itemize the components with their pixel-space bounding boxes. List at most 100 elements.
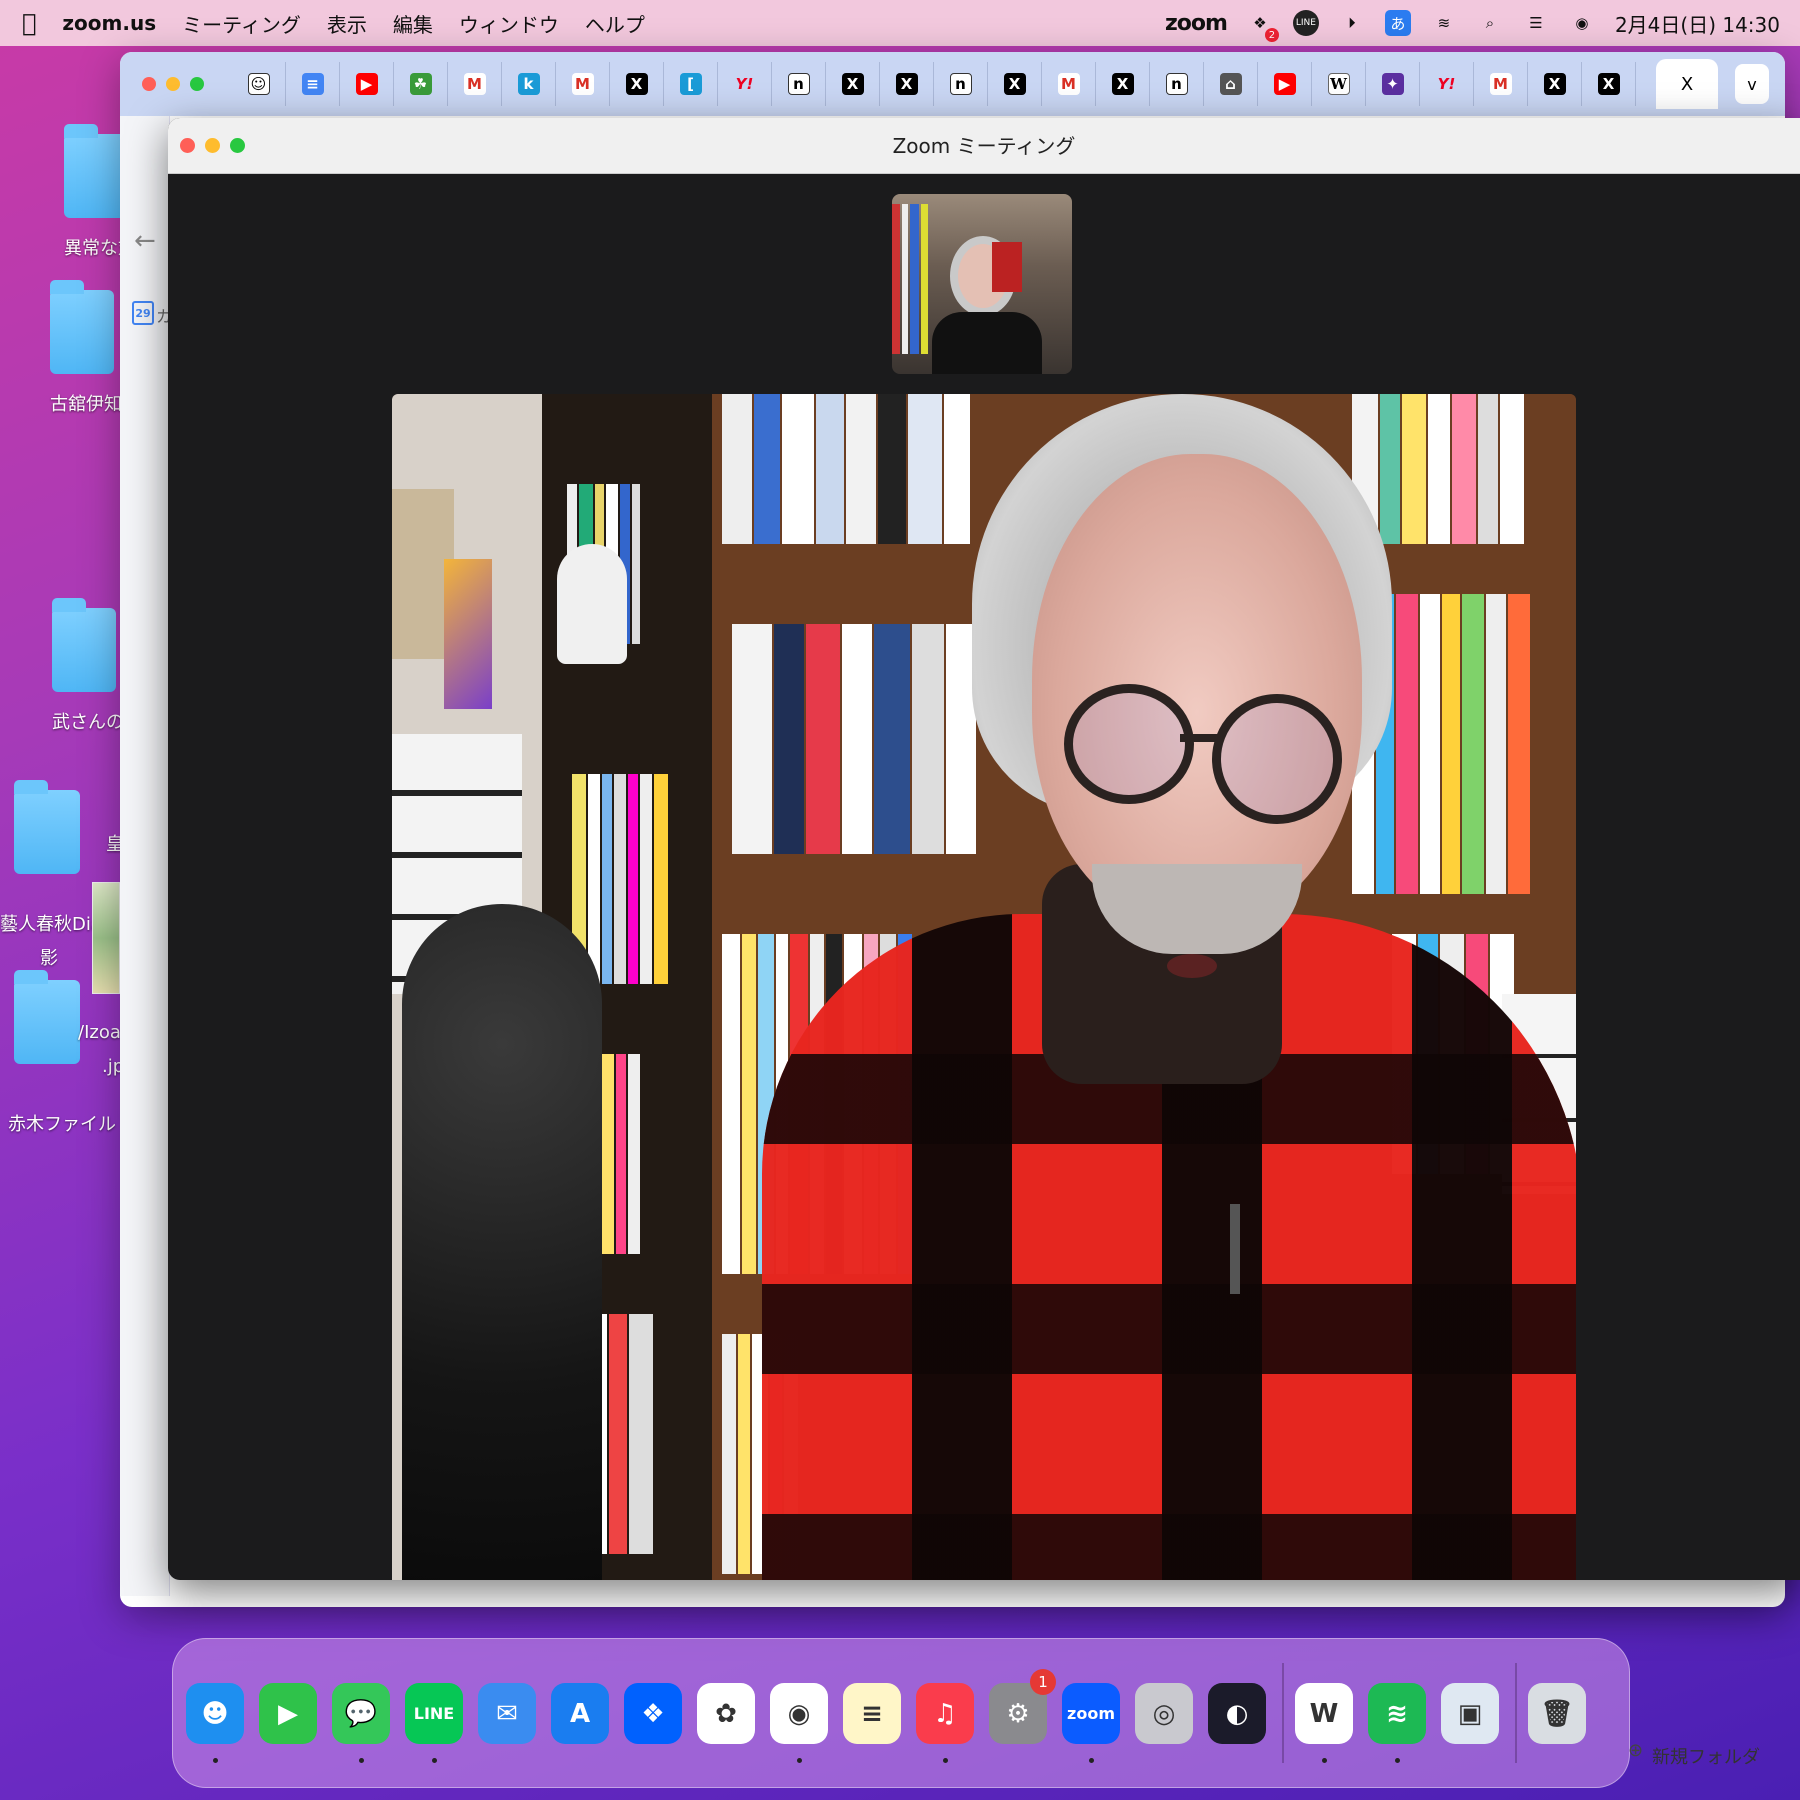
calendar-icon[interactable]: 29: [132, 301, 154, 325]
control-center-icon[interactable]: ☰: [1523, 10, 1549, 36]
zoom-status-icon[interactable]: zoom: [1165, 11, 1228, 36]
play-status-icon[interactable]: ⏵: [1339, 10, 1365, 36]
speaker-glasses-right: [1212, 694, 1342, 824]
browser-tab[interactable]: Y!: [718, 62, 772, 106]
browser-tab[interactable]: M: [556, 62, 610, 106]
browser-tab[interactable]: X: [1096, 62, 1150, 106]
browser-tab[interactable]: ☘: [394, 62, 448, 106]
speaker-video[interactable]: [392, 394, 1576, 1580]
preview-icon: ▣: [1441, 1683, 1499, 1745]
desktop-folder[interactable]: 古舘伊知郎: [50, 280, 140, 415]
menu-help[interactable]: ヘルプ: [585, 9, 645, 38]
input-method-icon[interactable]: あ: [1384, 10, 1411, 36]
dock: ☻ ▶ 💬 LINE ✉ A ❖ ✿ ◉ ≡ ♫ ⚙ 1 zoom ◎ ◐ W ≋ ▣ 🗑: [172, 1638, 1630, 1788]
menu-edit[interactable]: 編集: [393, 9, 433, 38]
window-controls: [120, 77, 204, 91]
browser-tab[interactable]: X: [610, 62, 664, 106]
dock-item-word[interactable]: W: [1292, 1663, 1356, 1763]
close-button[interactable]: [142, 77, 156, 91]
browser-tab[interactable]: n: [1150, 62, 1204, 106]
siri-icon[interactable]: ◉: [1569, 10, 1595, 36]
wifi-icon[interactable]: ≋: [1431, 10, 1457, 36]
browser-tab[interactable]: X: [988, 62, 1042, 106]
browser-tab[interactable]: X: [826, 62, 880, 106]
desktop-folder[interactable]: 皇: [14, 780, 124, 874]
dock-separator: [1515, 1663, 1517, 1763]
browser-tab[interactable]: ≡: [286, 62, 340, 106]
dock-item-mail[interactable]: ✉: [475, 1663, 539, 1763]
dock-item-messages[interactable]: 💬: [329, 1663, 393, 1763]
browser-tab[interactable]: ▶: [340, 62, 394, 106]
browser-tab[interactable]: M: [1042, 62, 1096, 106]
dock-item-app-store[interactable]: A: [548, 1663, 612, 1763]
folder-icon: [14, 970, 80, 1064]
dock-item-photos[interactable]: ✿: [694, 1663, 758, 1763]
menu-view[interactable]: 表示: [327, 9, 367, 38]
fullscreen-button[interactable]: [190, 77, 204, 91]
desktop-folder[interactable]: 武さんの本: [52, 598, 142, 733]
browser-tab[interactable]: M: [1474, 62, 1528, 106]
image-thumbnail[interactable]: [92, 882, 120, 994]
tab-close-icon[interactable]: X: [1681, 74, 1693, 95]
bracket-icon: [: [679, 73, 702, 95]
dock-item-trash[interactable]: 🗑: [1525, 1663, 1589, 1763]
browser-tab[interactable]: ☺: [232, 62, 286, 106]
notification-badge: 1: [1030, 1669, 1056, 1695]
speaker-glasses-bridge: [1180, 734, 1220, 742]
word-icon: W: [1295, 1683, 1353, 1745]
dock-item-chrome[interactable]: ◉: [767, 1663, 831, 1763]
minimize-button[interactable]: [166, 77, 180, 91]
menu-clock[interactable]: 2月4日(日) 14:30: [1615, 9, 1780, 38]
minimize-button[interactable]: [205, 138, 220, 153]
zoom-meeting-window[interactable]: Zoom ミーティング: [168, 118, 1800, 1580]
browser-tab[interactable]: ▶: [1258, 62, 1312, 106]
browser-tab[interactable]: W: [1312, 62, 1366, 106]
browser-tab[interactable]: ⌂: [1204, 62, 1258, 106]
dock-item-dvd-player[interactable]: ◎: [1132, 1663, 1196, 1763]
app-menu[interactable]: zoom.us: [62, 11, 156, 35]
browser-tab[interactable]: M: [448, 62, 502, 106]
apple-menu-icon[interactable]: : [22, 9, 36, 37]
browser-tab[interactable]: n: [934, 62, 988, 106]
tab-list-button[interactable]: v: [1735, 64, 1769, 104]
docs-icon: ≡: [301, 73, 324, 95]
browser-tab[interactable]: k: [502, 62, 556, 106]
browser-tab[interactable]: X: [1582, 62, 1636, 106]
spotlight-search-icon[interactable]: ⌕: [1477, 10, 1503, 36]
back-arrow-icon[interactable]: ←: [134, 226, 156, 256]
menu-meeting[interactable]: ミーティング: [182, 9, 301, 38]
new-folder-label[interactable]: 新規フォルダ: [1652, 1743, 1760, 1769]
browser-tab[interactable]: ✦: [1366, 62, 1420, 106]
dock-item-spotify[interactable]: ≋: [1365, 1663, 1429, 1763]
browser-tab[interactable]: [: [664, 62, 718, 106]
browser-tab[interactable]: X: [1528, 62, 1582, 106]
dock-item-dropbox[interactable]: ❖: [621, 1663, 685, 1763]
dock-item-finder[interactable]: ☻: [183, 1663, 247, 1763]
self-view-thumbnail[interactable]: [892, 194, 1072, 374]
line-status-icon[interactable]: LINE: [1292, 10, 1319, 36]
dock-item-notes[interactable]: ≡: [840, 1663, 904, 1763]
dock-item-music[interactable]: ♫: [913, 1663, 977, 1763]
mail-icon: ✉: [478, 1683, 536, 1745]
video-books: [722, 394, 982, 544]
dropbox-status-icon[interactable]: ❖: [1247, 10, 1279, 42]
dock-item-line[interactable]: LINE: [402, 1663, 466, 1763]
close-button[interactable]: [180, 138, 195, 153]
photos-icon: ✿: [697, 1683, 755, 1745]
fullscreen-button[interactable]: [230, 138, 245, 153]
active-tab[interactable]: X: [1656, 59, 1718, 109]
dock-item-preview[interactable]: ▣: [1438, 1663, 1502, 1763]
menu-window[interactable]: ウィンドウ: [459, 9, 559, 38]
browser-tab[interactable]: n: [772, 62, 826, 106]
dock-item-facetime[interactable]: ▶: [256, 1663, 320, 1763]
dock-item-zoom[interactable]: zoom: [1059, 1663, 1123, 1763]
speaker-face: [1032, 454, 1362, 924]
pundit-icon: ⌂: [1219, 73, 1242, 95]
browser-tab[interactable]: Y!: [1420, 62, 1474, 106]
dock-item-system-settings[interactable]: ⚙ 1: [986, 1663, 1056, 1763]
notes-icon: ≡: [843, 1683, 901, 1745]
dock-item-obs[interactable]: ◐: [1205, 1663, 1269, 1763]
spotify-icon: ≋: [1368, 1683, 1426, 1745]
desktop-folder[interactable]: 赤木ファイル: [8, 970, 116, 1135]
browser-tab[interactable]: X: [880, 62, 934, 106]
